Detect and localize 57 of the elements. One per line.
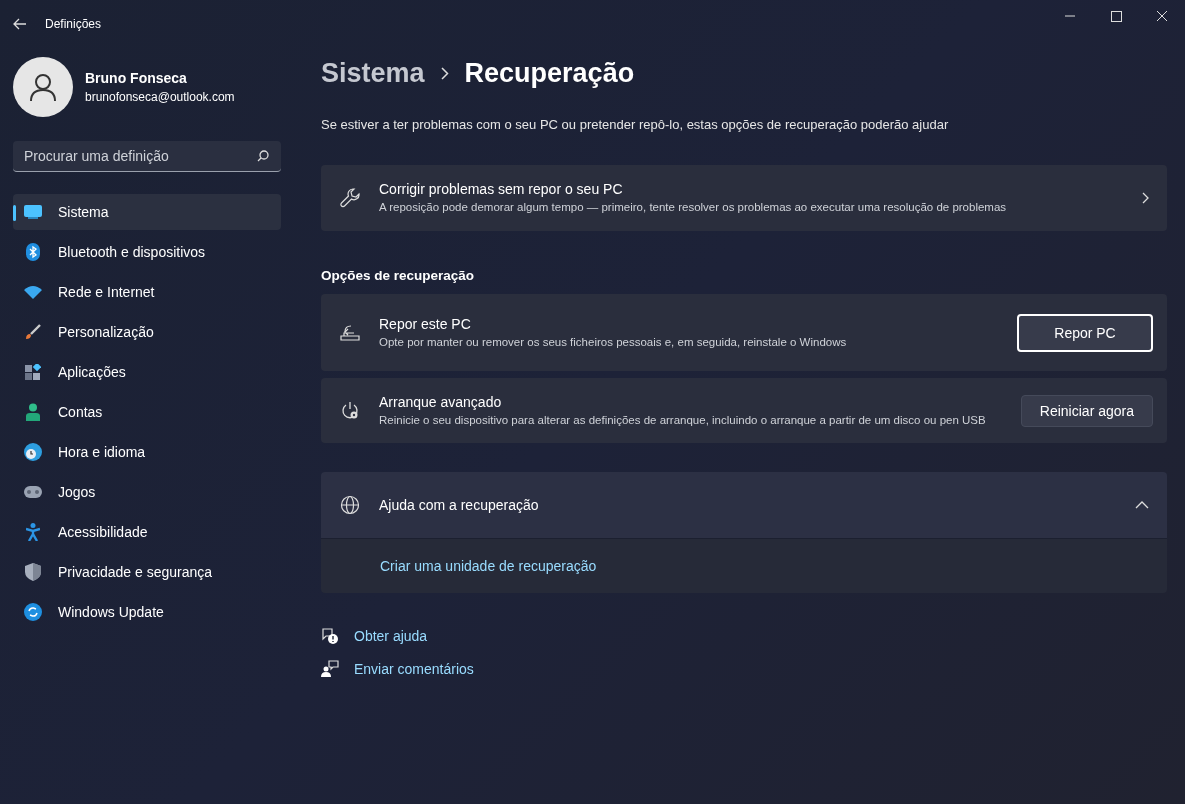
nav-item[interactable]: Sistema [13,194,281,230]
feedback-icon [321,660,339,678]
nav-item[interactable]: Bluetooth e dispositivos [13,234,281,270]
nav-item[interactable]: Acessibilidade [13,514,281,550]
back-arrow-icon[interactable] [13,18,27,30]
window-title: Definições [45,17,102,31]
globe-clock-icon [24,443,42,461]
card-title: Repor este PC [379,315,472,332]
page-title: Recuperação [464,58,635,89]
link[interactable]: Obter ajuda [354,628,428,644]
expander-title: Ajuda com a recuperação [379,497,540,513]
gamepad-icon [24,486,42,498]
settings-card[interactable]: Corrigir problemas sem repor o seu PC A reposição pode demorar algum tempo — primeiro, tente resolver os problemas ao executar uma resolução de problemas [321,165,1167,231]
expander-header[interactable]: Ajuda com a recuperação [321,472,1167,538]
nav-item[interactable]: Hora e idioma [13,434,281,470]
wifi-icon [24,285,42,299]
person-icon [26,403,40,421]
link[interactable]: Enviar comentários [354,661,474,677]
reset-pc-icon [340,323,360,342]
card-title: Corrigir problemas sem repor o seu PC [379,181,624,197]
bluetooth-icon [26,243,40,261]
power-gear-icon [340,400,360,421]
action-button[interactable]: Reiniciar agora [1020,394,1153,427]
nav-item[interactable]: Contas [13,394,281,430]
card-subtitle: Reinicie o seu dispositivo para alterar as definições de arranque, incluindo o arranque a partir de um disco ou pen USB [379,412,987,428]
apps-icon [25,364,41,380]
page-description: Se estiver a ter problemas com o seu PC ou pretender repô-lo, estas opções de recuperação poderão ajudar [321,117,950,132]
chevron-right-icon [440,67,449,80]
search-icon [257,150,269,162]
sync-icon [24,603,42,621]
section-heading: Opções de recuperação [321,268,476,283]
globe-icon [340,495,360,515]
chevron-right-icon [1142,192,1149,204]
monitor-icon [24,205,42,219]
accessibility-icon [26,523,40,541]
breadcrumb-link[interactable]: Sistema [321,58,425,89]
card-subtitle: A reposição pode demorar algum tempo — primeiro, tente resolver os problemas ao executar uma resolução de problemas [379,200,1008,215]
nav-item[interactable]: Privacidade e segurança [13,554,281,590]
wrench-icon [340,188,360,208]
card-title: Arranque avançado [379,393,503,410]
account-email: brunofonseca@outlook.com [85,90,235,104]
selection-indicator [13,205,16,221]
nav-item[interactable]: Rede e Internet [13,274,281,310]
help-chat-icon [321,627,339,645]
nav-item[interactable]: Windows Update [13,594,281,630]
link[interactable]: Criar uma unidade de recuperação [380,558,597,574]
chevron-icon [1135,501,1149,509]
account-name: Bruno Fonseca [85,70,188,86]
action-button[interactable]: Repor PC [1017,313,1153,352]
nav-item[interactable]: Personalização [13,314,281,350]
avatar [13,57,73,117]
paintbrush-icon [25,324,41,340]
nav-item[interactable]: Aplicações [13,354,281,390]
nav-item[interactable]: Jogos [13,474,281,510]
card-subtitle: Opte por manter ou remover os seus ficheiros pessoais e, em seguida, reinstale o Windows [379,334,848,350]
shield-icon [25,563,41,581]
search-field[interactable]: Procurar uma definição [13,141,281,172]
